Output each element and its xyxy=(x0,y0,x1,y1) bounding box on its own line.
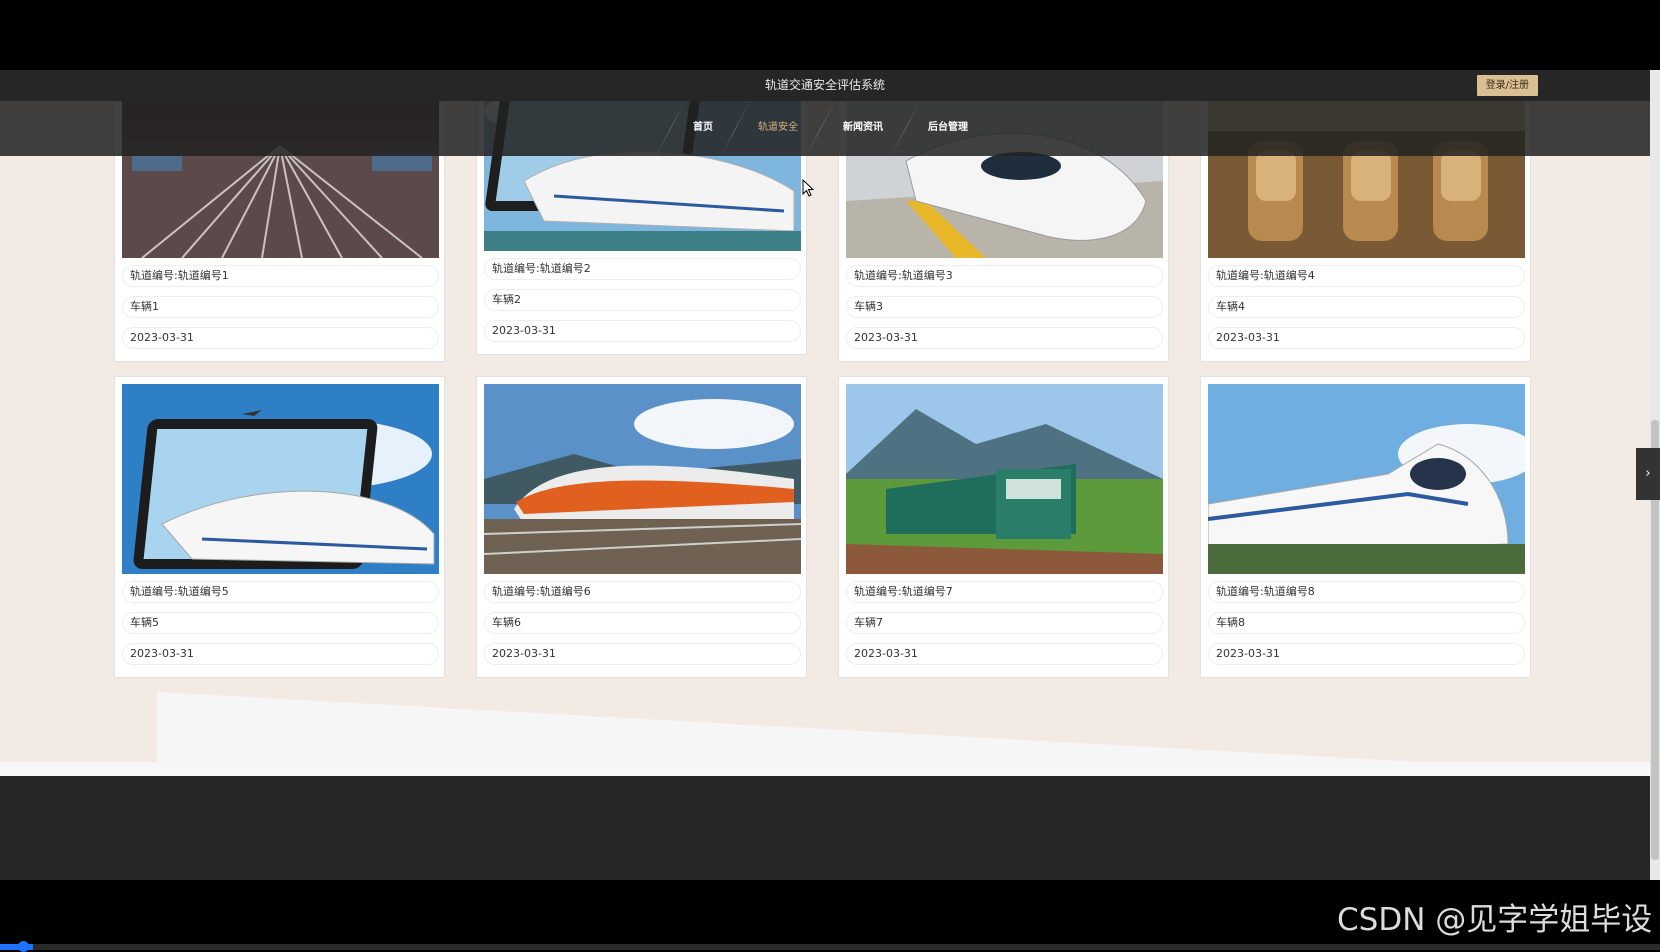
card-vehicle: 车辆1 xyxy=(122,296,439,318)
site-title: 轨道交通安全评估系统 xyxy=(764,78,885,92)
login-register-button[interactable]: 登录/注册 xyxy=(1476,75,1538,96)
main-nav: 首页 轨道安全 新闻资讯 后台管理 xyxy=(0,101,1650,156)
nav-news[interactable]: 新闻资讯 xyxy=(821,101,905,156)
card-track-number: 轨道编号:轨道编号4 xyxy=(1208,265,1525,287)
rail-card-8[interactable]: 轨道编号:轨道编号8 车辆8 2023-03-31 xyxy=(1200,376,1531,678)
card-image-train-tablet[interactable] xyxy=(122,384,439,574)
card-date: 2023-03-31 xyxy=(1208,327,1525,349)
nav-admin[interactable]: 后台管理 xyxy=(906,101,990,156)
card-track-number: 轨道编号:轨道编号6 xyxy=(484,581,801,603)
card-image-green-train[interactable] xyxy=(846,384,1163,574)
rail-card-6[interactable]: 轨道编号:轨道编号6 车辆6 2023-03-31 xyxy=(476,376,807,678)
card-track-number: 轨道编号:轨道编号8 xyxy=(1208,581,1525,603)
footer-divider xyxy=(0,762,1650,776)
chevron-right-icon: › xyxy=(1645,466,1651,481)
watermark-text: CSDN @见字学姐毕设 xyxy=(1337,902,1653,938)
card-track-number: 轨道编号:轨道编号3 xyxy=(846,265,1163,287)
card-date: 2023-03-31 xyxy=(122,643,439,665)
card-date: 2023-03-31 xyxy=(846,327,1163,349)
card-image-crh-train[interactable] xyxy=(1208,384,1525,574)
decorative-wave xyxy=(157,692,1457,764)
card-track-number: 轨道编号:轨道编号7 xyxy=(846,581,1163,603)
card-date: 2023-03-31 xyxy=(846,643,1163,665)
card-track-number: 轨道编号:轨道编号1 xyxy=(122,265,439,287)
card-track-number: 轨道编号:轨道编号2 xyxy=(484,258,801,280)
card-vehicle: 车辆8 xyxy=(1208,612,1525,634)
rail-card-5[interactable]: 轨道编号:轨道编号5 车辆5 2023-03-31 xyxy=(114,376,445,678)
card-image-orange-train[interactable] xyxy=(484,384,801,574)
card-vehicle: 车辆3 xyxy=(846,296,1163,318)
card-vehicle: 车辆6 xyxy=(484,612,801,634)
nav-rail-safety[interactable]: 轨道安全 xyxy=(736,101,820,156)
card-vehicle: 车辆4 xyxy=(1208,296,1525,318)
card-vehicle: 车辆5 xyxy=(122,612,439,634)
page-viewport: 轨道编号:轨道编号1 车辆1 2023-03-31 轨道编号:轨道编号2 车辆2… xyxy=(0,70,1650,880)
progress-handle[interactable] xyxy=(18,941,29,952)
mouse-pointer-icon xyxy=(802,179,814,197)
card-track-number: 轨道编号:轨道编号5 xyxy=(122,581,439,603)
card-vehicle: 车辆2 xyxy=(484,289,801,311)
footer xyxy=(0,776,1650,880)
card-date: 2023-03-31 xyxy=(484,320,801,342)
card-date: 2023-03-31 xyxy=(484,643,801,665)
card-vehicle: 车辆7 xyxy=(846,612,1163,634)
site-header: 轨道交通安全评估系统 登录/注册 xyxy=(0,70,1650,101)
video-progress-bar[interactable] xyxy=(0,941,1660,952)
rail-card-7[interactable]: 轨道编号:轨道编号7 车辆7 2023-03-31 xyxy=(838,376,1169,678)
side-expand-tab[interactable]: › xyxy=(1636,448,1660,500)
card-date: 2023-03-31 xyxy=(1208,643,1525,665)
card-date: 2023-03-31 xyxy=(122,327,439,349)
